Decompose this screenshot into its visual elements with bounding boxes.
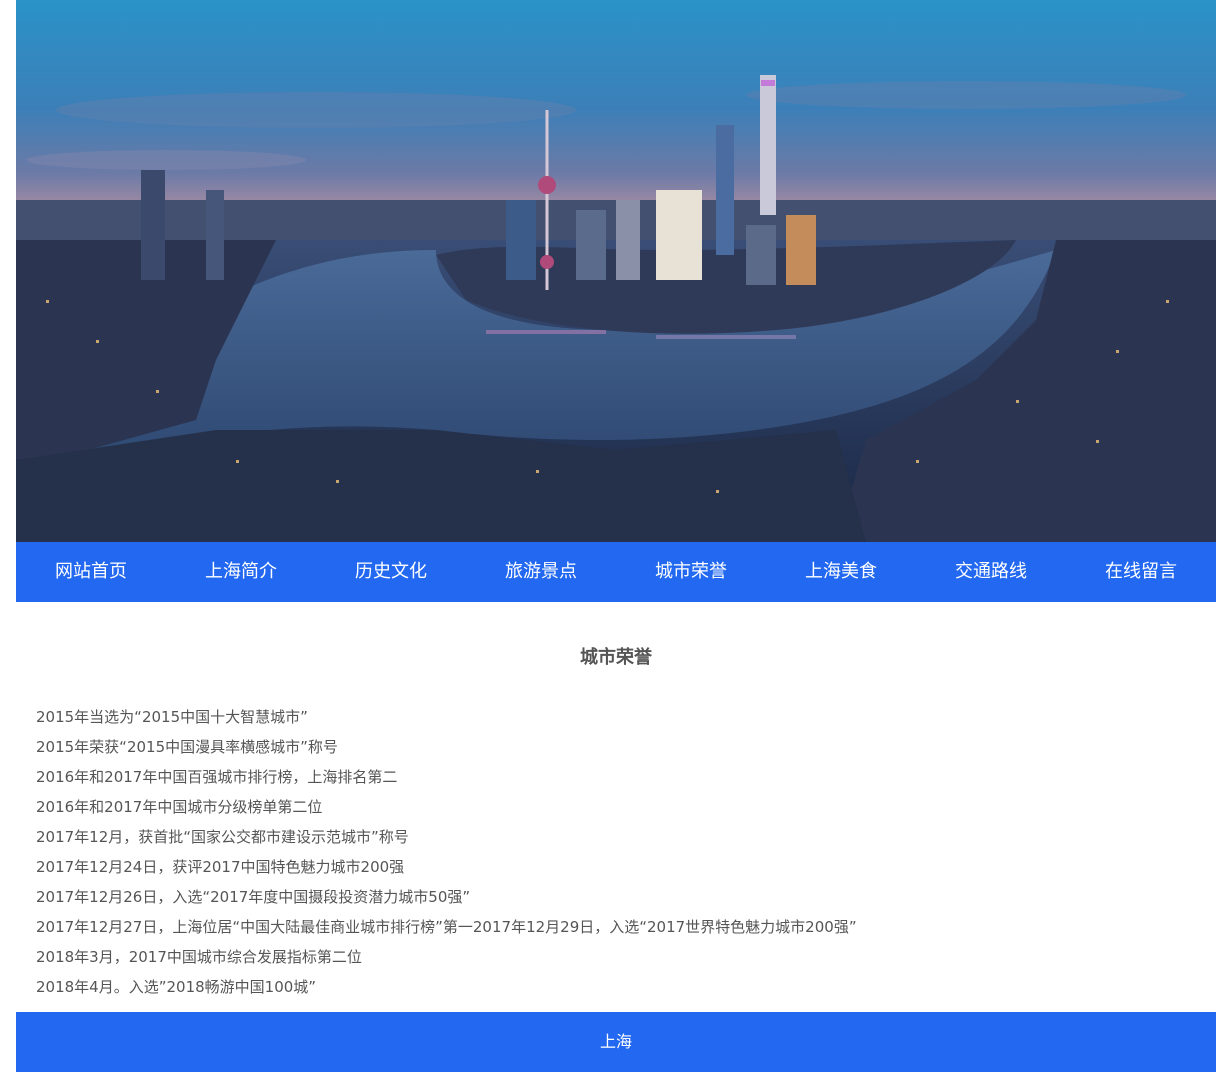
footer-text: 上海 (599, 1032, 632, 1051)
list-item: 2017年12月，获首批“国家公交都市建设示范城市”称号 (36, 828, 409, 846)
list-item: 2016年和2017年中国百强城市排行榜，上海排名第二 (36, 768, 398, 786)
main-nav: 网站首页 上海简介 历史文化 旅游景点 城市荣誉 上海美食 交通路线 在线留言 (16, 542, 1216, 602)
nav-item-message[interactable]: 在线留言 (1066, 542, 1216, 602)
list-item: 2015年荣获“2015中国漫具率横感城市”称号 (36, 738, 338, 756)
nav-item-home[interactable]: 网站首页 (16, 542, 166, 602)
list-item: 2017年12月24日，获评2017中国特色魅力城市200强 (36, 858, 405, 876)
nav-item-intro[interactable]: 上海简介 (166, 542, 316, 602)
city-skyline-photo-icon (16, 0, 1216, 542)
list-item: 2017年12月27日，上海位居“中国大陆最佳商业城市排行榜”第一2017年12… (36, 918, 857, 936)
honors-list: 2015年当选为“2015中国十大智慧城市” 2015年荣获“2015中国漫具率… (36, 702, 1206, 1002)
banner-image (16, 0, 1216, 542)
list-item: 2018年3月，2017中国城市综合发展指标第二位 (36, 948, 362, 966)
list-item: 2018年4月。入选”2018畅游中国100城” (36, 978, 317, 996)
list-item: 2015年当选为“2015中国十大智慧城市” (36, 708, 308, 726)
nav-item-honors[interactable]: 城市荣誉 (616, 542, 766, 602)
page: 网站首页 上海简介 历史文化 旅游景点 城市荣誉 上海美食 交通路线 在线留言 … (0, 0, 1231, 1072)
nav-item-transport[interactable]: 交通路线 (916, 542, 1066, 602)
page-title: 城市荣誉 (580, 647, 652, 668)
list-item: 2016年和2017年中国城市分级榜单第二位 (36, 798, 323, 816)
list-item: 2017年12月26日，入选“2017年度中国摄段投资潜力城市50强” (36, 888, 471, 906)
nav-item-history[interactable]: 历史文化 (316, 542, 466, 602)
nav-item-food[interactable]: 上海美食 (766, 542, 916, 602)
nav-item-attractions[interactable]: 旅游景点 (466, 542, 616, 602)
footer: 上海 (16, 1012, 1216, 1072)
